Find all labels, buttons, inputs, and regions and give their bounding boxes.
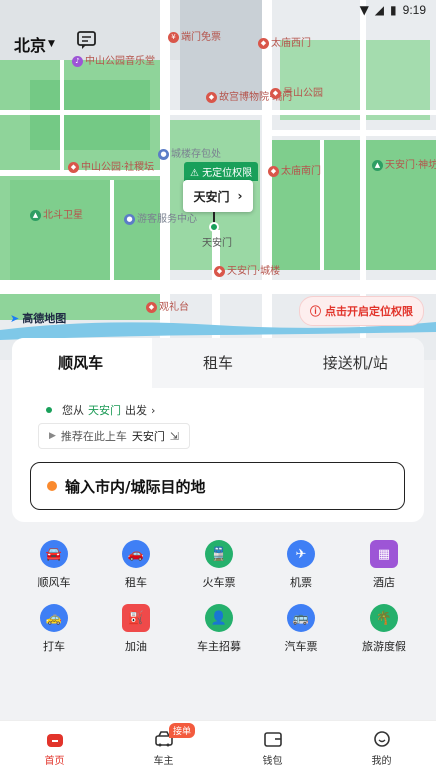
poi-taimiao-south-gate[interactable]: ◆ 太庙南门	[268, 162, 321, 177]
tab-car-rental[interactable]: 租车	[149, 338, 286, 388]
status-time: 9:19	[402, 3, 426, 17]
expand-icon: ⇲	[169, 429, 180, 443]
nav-driver[interactable]: 接单 车主	[109, 721, 218, 775]
car-rental-icon: 🚗	[122, 540, 150, 568]
poi-tiananmen-shenfang[interactable]: ▲ 天安门·神坊	[372, 156, 436, 171]
status-bar: ▼ ◢ ▮ 9:19	[0, 0, 436, 24]
plane-icon: ✈	[287, 540, 315, 568]
bottom-nav: 首页 接单 车主 钱包 我的	[0, 720, 436, 775]
nav-wallet[interactable]: 钱包	[218, 721, 327, 775]
service-travel[interactable]: 🌴 旅游度假	[348, 604, 420, 654]
poi-jingshan-park[interactable]: ◆ 景山公园	[270, 84, 323, 99]
fuel-icon: ⛽	[122, 604, 150, 632]
suggested-pickup[interactable]: ▶ 推荐在此上车 天安门 ⇲	[38, 423, 191, 449]
poi-beidou[interactable]: ▲ 北斗卫星	[30, 206, 83, 221]
poi-taimiao-west-gate[interactable]: ◆ 太庙西门	[258, 34, 311, 49]
home-icon	[46, 733, 63, 747]
poi-visitor-center[interactable]: ● 游客服务中心	[124, 210, 197, 225]
tab-hitch-ride[interactable]: 顺风车	[12, 338, 150, 388]
tab-airport-transfer[interactable]: 接送机/站	[287, 338, 424, 388]
service-bus-ticket[interactable]: 🚌 汽车票	[265, 604, 337, 654]
poi-duanmen-ticket[interactable]: ¥ 端门免票	[168, 28, 221, 43]
location-pin-icon	[209, 222, 219, 232]
taxi-icon: 🚕	[40, 604, 68, 632]
message-icon	[77, 31, 96, 49]
poi-tiananmen: 天安门	[202, 238, 232, 249]
service-driver-recruit[interactable]: 👤 车主招募	[183, 604, 255, 654]
message-button[interactable]	[76, 30, 98, 50]
no-location-permission-tag: ⚠ 无定位权限	[184, 162, 259, 181]
wallet-icon	[263, 731, 282, 747]
poi-zhongshan-park[interactable]: ◆ 中山公园·社稷坛	[68, 158, 154, 173]
new-orders-badge: 接单	[169, 723, 196, 738]
service-air-ticket[interactable]: ✈ 机票	[265, 540, 337, 590]
navigation-arrow-icon: ➤	[10, 311, 20, 325]
bus-icon: 🚌	[287, 604, 315, 632]
map-view[interactable]: ♪ 中山公园音乐堂 ¥ 端门免票 ◆ 太庙西门 ◆ 故宫博物院·端门 ◆ 景山公园 ● 城楼…	[0, 0, 436, 360]
booking-tabs: 顺风车 租车 接送机/站	[12, 338, 424, 388]
caret-down-icon: ▼	[48, 39, 55, 49]
booking-panel: 顺风车 租车 接送机/站 您从 天安门 出发 › ▶ 推荐在此上车 天安门 ⇲ …	[12, 338, 424, 522]
departure-line[interactable]: 您从 天安门 出发 ›	[46, 402, 155, 418]
battery-icon: ▮	[390, 3, 397, 17]
pickup-location-card[interactable]: 天安门 ›	[183, 180, 253, 212]
signal-icon: ◢	[374, 3, 385, 17]
service-hitch-ride[interactable]: 🚘 顺风车	[18, 540, 90, 590]
train-icon: 🚆	[205, 540, 233, 568]
nav-home[interactable]: 首页	[0, 721, 109, 775]
poi-tiananmen-tower[interactable]: ◆ 天安门·城楼	[214, 262, 280, 277]
enable-location-button[interactable]: ⓘ 点击开启定位权限	[299, 296, 424, 326]
orange-dot-icon	[47, 481, 57, 491]
green-dot-icon	[46, 407, 52, 413]
poi-luggage-storage[interactable]: ● 城楼存包处	[158, 145, 221, 160]
play-arrow-icon: ▶	[49, 431, 56, 441]
car-share-icon: 🚘	[40, 540, 68, 568]
nav-profile[interactable]: 我的	[327, 721, 436, 775]
service-taxi[interactable]: 🚕 打车	[18, 604, 90, 654]
service-hotel[interactable]: ▦ 酒店	[348, 540, 420, 590]
poi-zhongshan-music-hall[interactable]: ♪ 中山公园音乐堂	[72, 52, 155, 67]
city-selector[interactable]: 北京 ▼	[14, 32, 55, 56]
chevron-right-icon: ›	[237, 189, 243, 203]
service-fuel[interactable]: ⛽ 加油	[100, 604, 172, 654]
service-train-ticket[interactable]: 🚆 火车票	[183, 540, 255, 590]
wifi-icon: ▼	[359, 3, 369, 17]
profile-icon	[373, 730, 390, 747]
driver-recruit-icon: 👤	[205, 604, 233, 632]
map-provider-logo: ➤ 高德地图	[10, 311, 67, 326]
alert-circle-icon: ⓘ	[310, 305, 321, 318]
poi-reviewing-stand[interactable]: ◆ 观礼台	[146, 298, 189, 313]
destination-input[interactable]: 输入市内/城际目的地	[30, 462, 405, 510]
service-car-rental[interactable]: 🚗 租车	[100, 540, 172, 590]
chevron-right-icon: ›	[151, 403, 156, 417]
hotel-icon: ▦	[370, 540, 398, 568]
palm-tree-icon: 🌴	[370, 604, 398, 632]
